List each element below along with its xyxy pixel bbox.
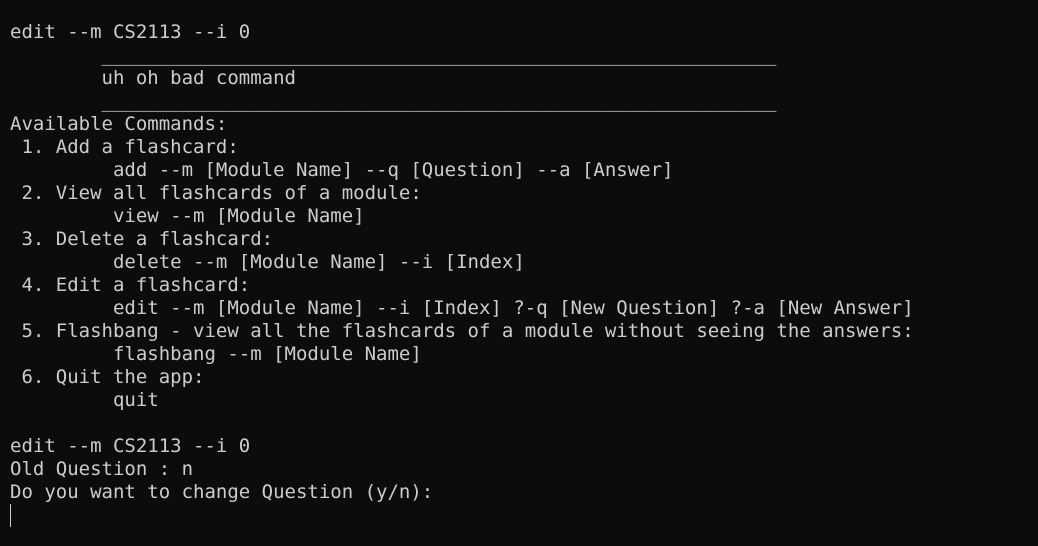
command-item-title: 2. View all flashcards of a module: xyxy=(10,182,422,204)
text-cursor xyxy=(10,504,11,527)
command-item-title: 6. Quit the app: xyxy=(10,366,205,388)
error-message: uh oh bad command xyxy=(10,67,296,89)
command-item-usage: edit --m [Module Name] --i [Index] ?-q [… xyxy=(10,297,914,319)
old-question-output: Old Question : n xyxy=(10,458,194,480)
entered-command: edit --m CS2113 --i 0 xyxy=(10,21,251,43)
command-item-title: 5. Flashbang - view all the flashcards o… xyxy=(10,320,914,342)
input-prompt: Do you want to change Question (y/n): xyxy=(10,481,434,503)
entered-command: edit --m CS2113 --i 0 xyxy=(10,435,251,457)
command-item-title: 1. Add a flashcard: xyxy=(10,136,239,158)
command-item-usage: delete --m [Module Name] --i [Index] xyxy=(10,251,525,273)
separator-line: ________________________________________… xyxy=(10,44,777,66)
command-item-usage: add --m [Module Name] --q [Question] --a… xyxy=(10,159,674,181)
command-item-title: 4. Edit a flashcard: xyxy=(10,274,251,296)
command-item-title: 3. Delete a flashcard: xyxy=(10,228,274,250)
input-line[interactable] xyxy=(10,504,1038,527)
command-item-usage: quit xyxy=(10,389,159,411)
terminal-window[interactable]: edit --m CS2113 --i 0 __________________… xyxy=(0,0,1038,546)
separator-line: ________________________________________… xyxy=(10,90,777,112)
help-header: Available Commands: xyxy=(10,113,228,135)
command-item-usage: flashbang --m [Module Name] xyxy=(10,343,422,365)
command-item-usage: view --m [Module Name] xyxy=(10,205,365,227)
